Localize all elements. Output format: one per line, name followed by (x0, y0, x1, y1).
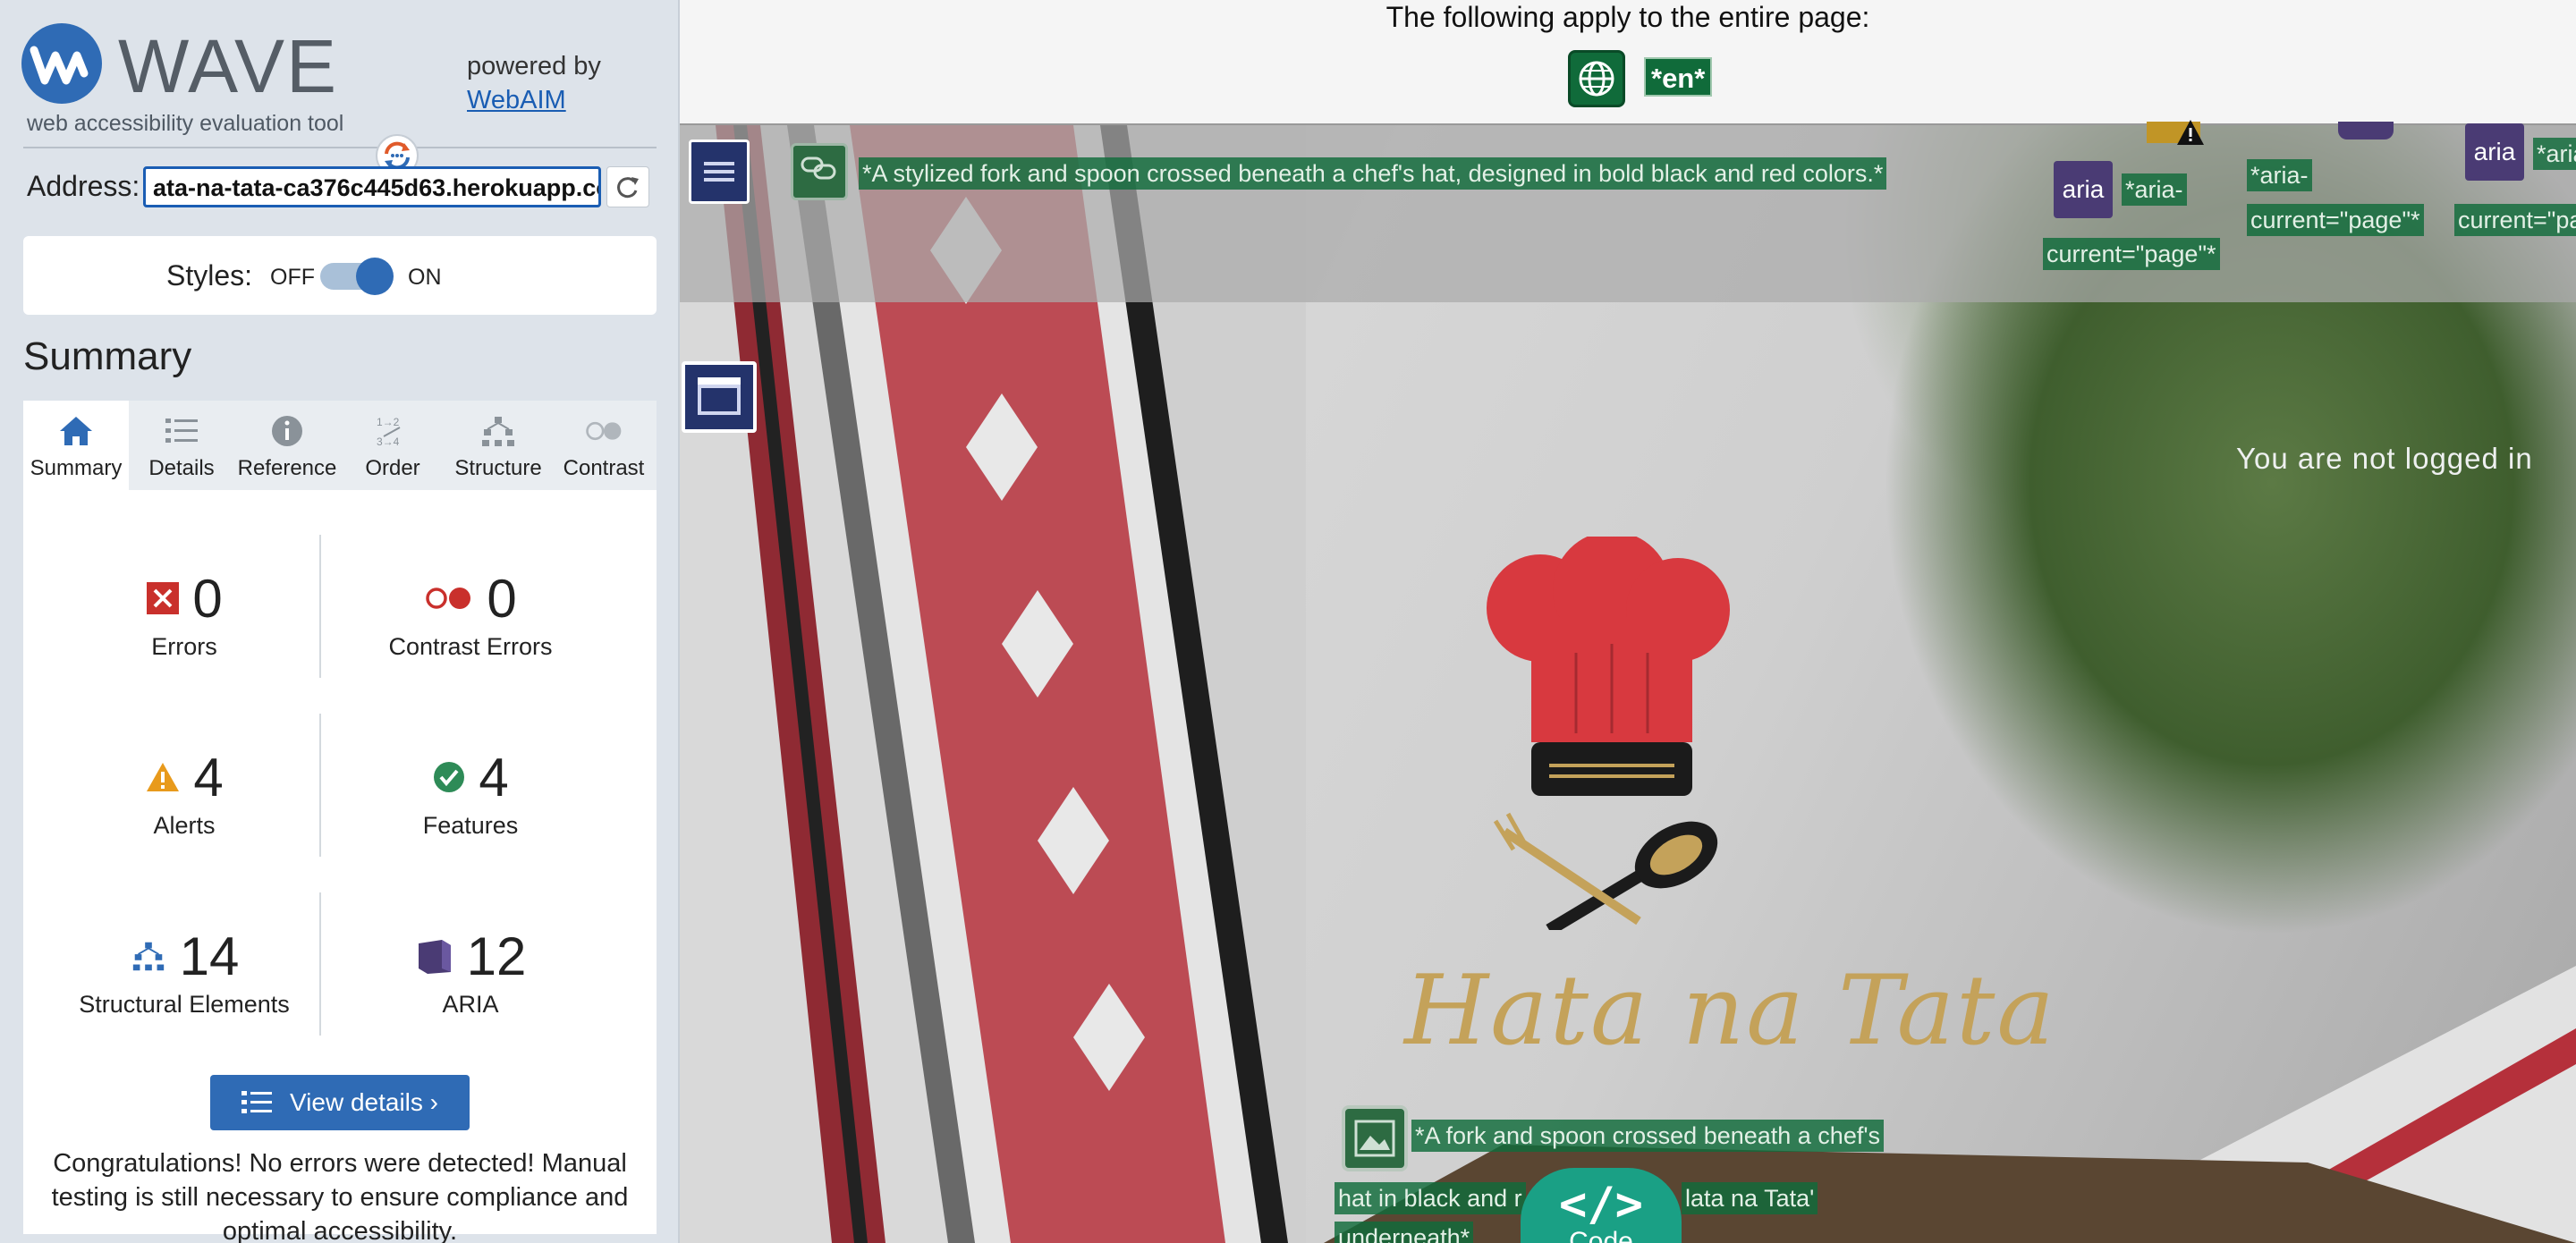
features-count: 4 (479, 747, 509, 808)
feature-check-icon (434, 762, 465, 792)
svg-text:1→2: 1→2 (377, 416, 400, 428)
structural-count: 14 (179, 926, 240, 986)
login-status: You are not logged in (2236, 442, 2533, 475)
aria-icon[interactable]: aria (2054, 161, 2113, 218)
tab-details[interactable]: Details (129, 401, 234, 490)
stat-structural[interactable]: 14 Structural Elements (41, 926, 327, 1019)
styles-toggle-knob[interactable] (356, 258, 394, 295)
tab-reference[interactable]: Reference (234, 401, 340, 490)
wave-logo-subtitle: web accessibility evaluation tool (27, 111, 344, 136)
stat-aria[interactable]: 12 ARIA (327, 926, 614, 1019)
stat-errors[interactable]: 0 Errors (41, 569, 327, 661)
alerts-label: Alerts (153, 812, 216, 839)
image-alt-icon[interactable] (1342, 1105, 1408, 1171)
contrast-error-icon (426, 588, 471, 609)
address-input[interactable]: ata-na-tata-ca376c445d63.herokuapp.com/ (143, 166, 601, 207)
tab-structure-label: Structure (454, 456, 542, 480)
contrast-errors-count: 0 (487, 568, 517, 629)
aria-current-note: current="pa (2454, 204, 2576, 236)
contrast-icon (586, 421, 622, 441)
chef-hat-logo-image (1487, 537, 1730, 930)
evaluated-page: The following apply to the entire page: … (680, 0, 2576, 1243)
aria-current-note: *aria- (2247, 159, 2312, 191)
tab-contrast-label: Contrast (563, 456, 645, 480)
reload-button[interactable] (606, 166, 649, 207)
page-level-heading: The following apply to the entire page: (1385, 1, 1870, 33)
structure-icon (482, 417, 514, 446)
view-details-button[interactable]: View details › (210, 1075, 470, 1130)
summary-heading: Summary (23, 334, 192, 378)
styles-toggle-panel: Styles: OFF ON (23, 236, 657, 315)
structure-icon (132, 942, 164, 971)
styles-on-label: ON (408, 265, 442, 290)
powered-by-label: powered by (467, 52, 601, 80)
home-icon (60, 417, 92, 445)
aria-icon[interactable] (2338, 122, 2394, 140)
info-icon (272, 416, 302, 446)
wave-sidebar: WAVE web accessibility evaluation tool p… (0, 0, 680, 1243)
main-region-icon[interactable] (682, 361, 757, 433)
svg-text:3→4: 3→4 (377, 435, 400, 448)
errors-count: 0 (192, 568, 223, 629)
tab-summary-label: Summary (30, 456, 123, 480)
errors-label: Errors (151, 633, 217, 660)
logo-alt-text-line2: hat in black and r (1335, 1182, 1526, 1214)
linked-image-icon[interactable] (791, 143, 848, 200)
tab-order[interactable]: 1→2 3→4 Order (340, 401, 445, 490)
styles-off-label: OFF (270, 265, 315, 290)
logo-alt-text: *A fork and spoon crossed beneath a chef… (1411, 1120, 1885, 1152)
tab-reference-label: Reference (237, 456, 337, 480)
error-icon (147, 582, 180, 614)
wave-logo-icon (21, 23, 102, 104)
navigation-structure-icon[interactable] (689, 140, 750, 204)
alerts-count: 4 (193, 747, 224, 808)
language-tag: *en* (1644, 57, 1713, 97)
view-details-label: View details › (289, 1088, 438, 1116)
code-label: Code (1569, 1227, 1633, 1243)
logo-alt-text-line2b: lata na Tata' (1682, 1182, 1818, 1214)
aria-current-note: *aria (2533, 138, 2576, 170)
tab-order-label: Order (365, 456, 420, 480)
brand-name: Hata na Tata (1404, 955, 2056, 1067)
tab-structure[interactable]: Structure (445, 401, 551, 490)
aria-current-note: current="page"* (2043, 238, 2220, 270)
code-icon: </> (1559, 1178, 1643, 1231)
tab-details-label: Details (148, 456, 215, 480)
aria-cube-icon (418, 940, 451, 974)
styles-label: Styles: (166, 259, 253, 292)
wave-logo-text: WAVE (118, 24, 339, 108)
order-icon: 1→2 3→4 (377, 416, 401, 448)
address-label: Address: (27, 170, 140, 202)
code-toggle-button[interactable]: </> Code (1521, 1168, 1682, 1243)
webaim-link[interactable]: WebAIM (467, 86, 566, 115)
header-logo-alt-text: *A stylized fork and spoon crossed benea… (859, 157, 1887, 190)
stat-alerts[interactable]: 4 Alerts (41, 748, 327, 840)
structural-label: Structural Elements (79, 991, 290, 1018)
features-label: Features (422, 812, 519, 839)
tab-summary[interactable]: Summary (23, 401, 129, 490)
stat-contrast-errors[interactable]: 0 Contrast Errors (327, 569, 614, 661)
aria-current-note: current="page"* (2247, 204, 2424, 236)
aria-label: ARIA (442, 991, 499, 1018)
alert-triangle-icon[interactable] (2175, 118, 2206, 147)
list-icon (165, 419, 198, 443)
page-level-bar: The following apply to the entire page: … (680, 0, 2576, 125)
aria-count: 12 (466, 926, 527, 986)
globe-icon[interactable] (1568, 50, 1625, 107)
refresh-icon (617, 177, 639, 199)
tab-contrast[interactable]: Contrast (551, 401, 657, 490)
divider (23, 147, 657, 148)
alert-icon (147, 763, 180, 791)
stat-features[interactable]: 4 Features (327, 748, 614, 840)
logo-alt-text-line3: underneath* (1335, 1222, 1474, 1243)
panel-tabs: Summary Details Reference 1→2 3→4 Order … (23, 401, 657, 490)
aria-icon[interactable]: aria (2465, 123, 2524, 181)
aria-current-note: *aria- (2122, 173, 2187, 206)
congratulations-message: Congratulations! No errors were detected… (51, 1149, 629, 1243)
list-icon (241, 1091, 272, 1113)
contrast-errors-label: Contrast Errors (388, 633, 553, 660)
summary-panel: 0 Errors 0 Contrast Errors 4 Alerts 4 Fe… (23, 490, 657, 1243)
